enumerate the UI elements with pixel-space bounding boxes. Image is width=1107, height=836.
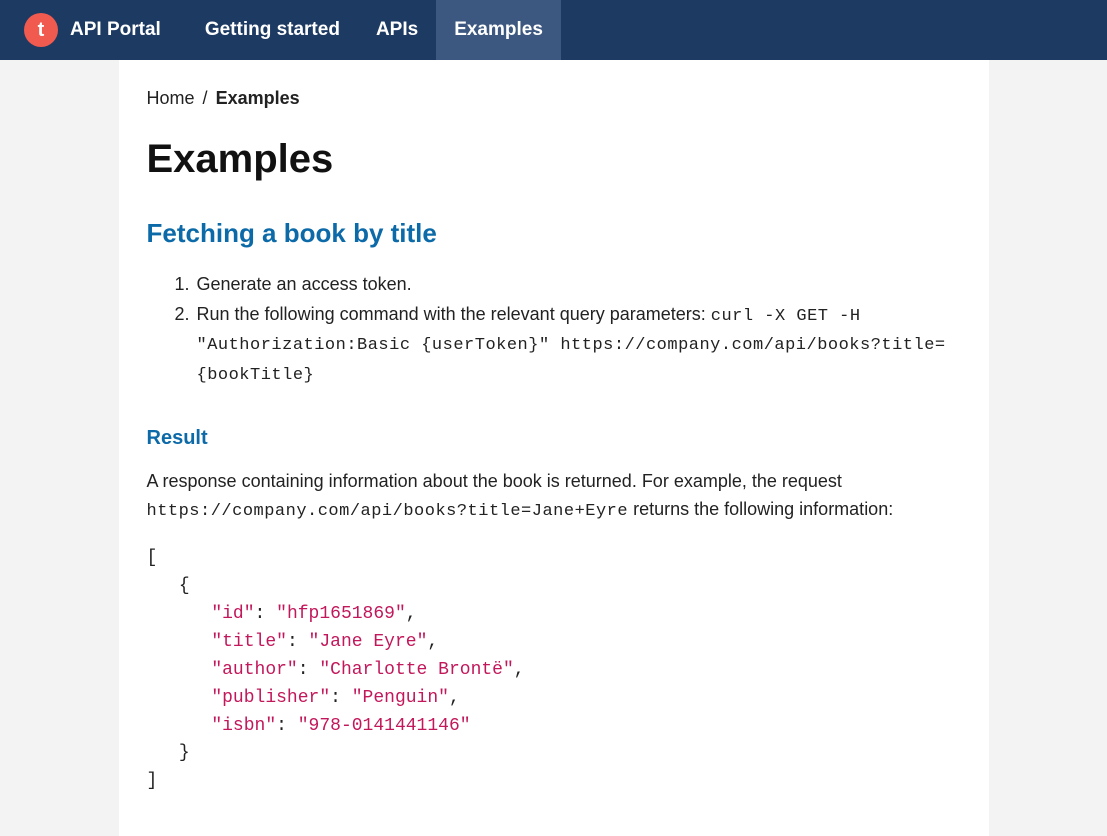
breadcrumb-sep: /: [203, 88, 208, 108]
json-author-val: "Charlotte Brontë": [319, 660, 513, 680]
breadcrumb-current: Examples: [216, 88, 300, 108]
json-isbn-val: "978-0141441146": [298, 716, 471, 736]
page-container: Home / Examples Examples Fetching a book…: [119, 60, 989, 836]
result-para-code: https://company.com/api/books?title=Jane…: [147, 502, 629, 521]
json-block: [ { "id": "hfp1651869", "title": "Jane E…: [147, 545, 961, 796]
json-author-key: "author": [211, 660, 297, 680]
step-2: Run the following command with the relev…: [195, 301, 961, 389]
result-para-a: A response containing information about …: [147, 471, 842, 491]
nav-examples[interactable]: Examples: [436, 0, 561, 60]
breadcrumb-home[interactable]: Home: [147, 88, 195, 108]
steps-list: Generate an access token. Run the follow…: [147, 271, 961, 389]
nav-apis[interactable]: APIs: [358, 0, 436, 60]
navbar: t API Portal Getting started APIs Exampl…: [0, 0, 1107, 60]
json-title-key: "title": [211, 632, 287, 652]
page-title: Examples: [147, 137, 961, 182]
brand-label: API Portal: [70, 19, 161, 41]
json-title-val: "Jane Eyre": [309, 632, 428, 652]
brand-block[interactable]: t API Portal: [12, 13, 173, 47]
json-isbn-key: "isbn": [211, 716, 276, 736]
json-id-key: "id": [211, 604, 254, 624]
json-publisher-key: "publisher": [211, 688, 330, 708]
result-title: Result: [147, 427, 961, 450]
step-2-text: Run the following command with the relev…: [197, 304, 711, 324]
step-1: Generate an access token.: [195, 271, 961, 299]
result-para-b: returns the following information:: [628, 499, 893, 519]
breadcrumb: Home / Examples: [147, 88, 961, 109]
logo-icon: t: [24, 13, 58, 47]
nav-getting-started[interactable]: Getting started: [187, 0, 358, 60]
result-para: A response containing information about …: [147, 468, 961, 525]
json-id-val: "hfp1651869": [276, 604, 406, 624]
json-publisher-val: "Penguin": [352, 688, 449, 708]
section-title: Fetching a book by title: [147, 218, 961, 249]
